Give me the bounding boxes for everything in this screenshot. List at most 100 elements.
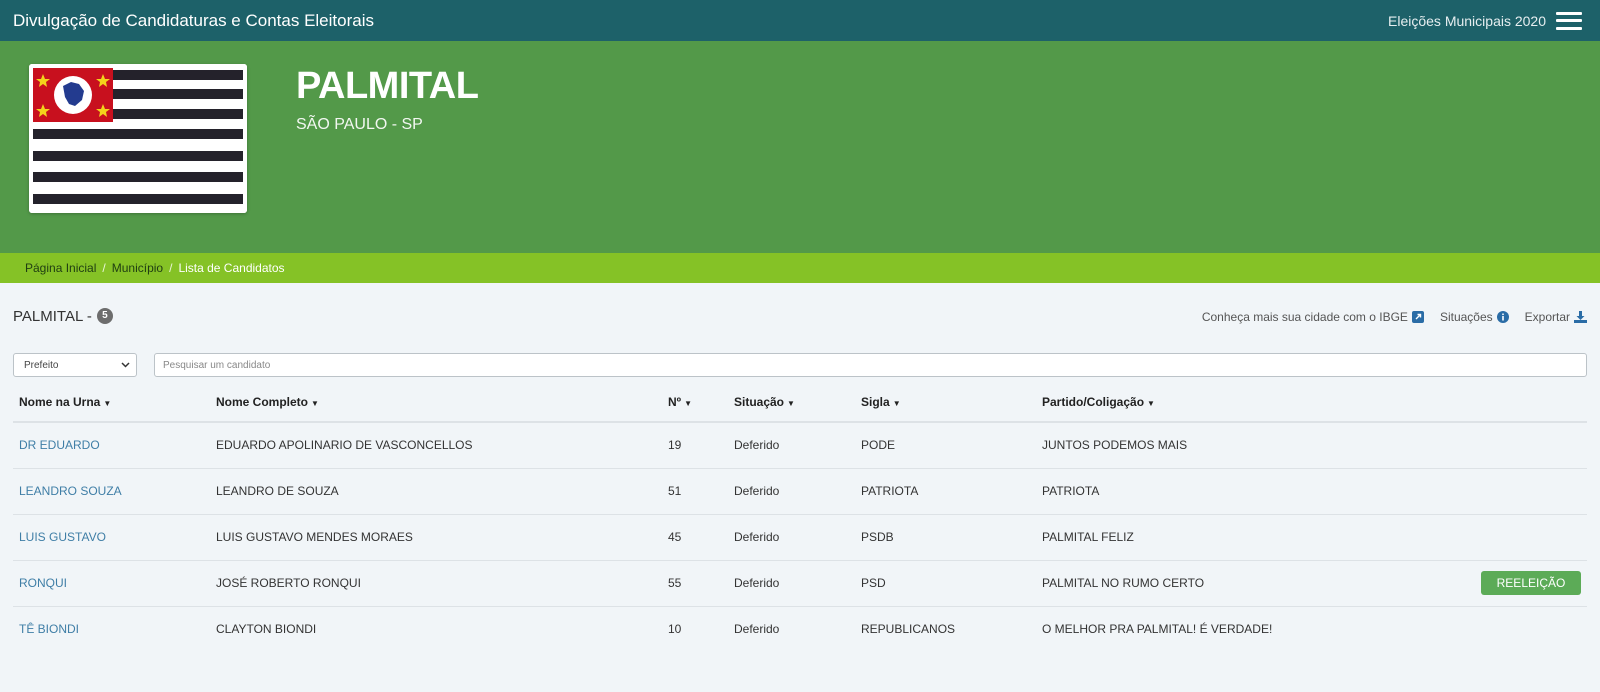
col-header-label: Nome na Urna <box>19 394 101 409</box>
cell-numero: 10 <box>668 622 682 637</box>
cell-nome-completo: LEANDRO DE SOUZA <box>210 468 662 515</box>
situacoes-link[interactable]: Situações <box>1440 310 1509 324</box>
cell-nome-completo: LUIS GUSTAVO MENDES MORAES <box>210 514 662 561</box>
col-header-nome-urna[interactable]: Nome na Urna ▼ <box>13 382 210 423</box>
cell-nome-urna: DR EDUARDO <box>13 422 210 469</box>
col-header-label: Nome Completo <box>216 394 309 409</box>
sort-caret-icon: ▼ <box>103 398 112 408</box>
cell-sigla: PODE <box>855 422 1036 469</box>
cell-partido: PATRIOTA <box>1036 468 1445 515</box>
info-icon <box>1496 311 1509 323</box>
cell-nome-urna: LUIS GUSTAVO <box>13 514 210 561</box>
cell-nome-urna: TÊ BIONDI <box>13 606 210 652</box>
external-link-icon <box>1411 311 1424 323</box>
hamburger-menu-icon[interactable] <box>1556 11 1582 30</box>
col-header-sigla[interactable]: Sigla ▼ <box>855 382 1036 423</box>
cell-sigla: PSDB <box>855 514 1036 561</box>
top-right-area: Eleições Municipais 2020 <box>1388 11 1582 30</box>
breadcrumb: Página Inicial / Município / Lista de Ca… <box>0 253 1600 283</box>
cell-badge <box>1445 422 1587 469</box>
candidate-link[interactable]: LEANDRO SOUZA <box>19 484 122 498</box>
list-header: PALMITAL - 5 Conheça mais sua cidade com… <box>13 283 1587 351</box>
cell-nome-completo: EDUARDO APOLINARIO DE VASCONCELLOS <box>210 422 662 469</box>
sao-paulo-flag-icon <box>29 64 247 213</box>
filters-row: Prefeito <box>13 353 1587 377</box>
breadcrumb-separator: / <box>102 261 106 275</box>
col-header-label: Partido/Coligação <box>1042 394 1145 409</box>
cell-partido: PALMITAL FELIZ <box>1036 514 1445 561</box>
col-header-numero[interactable]: Nº ▼ <box>662 382 728 423</box>
table-row[interactable]: DR EDUARDO EDUARDO APOLINARIO DE VASCONC… <box>13 422 1587 469</box>
sort-caret-icon: ▼ <box>787 398 795 408</box>
site-title[interactable]: Divulgação de Candidaturas e Contas Elei… <box>13 11 374 31</box>
table-header-row: Nome na Urna ▼ Nome Completo ▼ Nº ▼ Situaçã… <box>13 382 1587 423</box>
hamburger-line <box>1556 19 1582 22</box>
list-title: PALMITAL - 5 <box>13 308 113 325</box>
table-row[interactable]: LEANDRO SOUZA LEANDRO DE SOUZA 51 Deferi… <box>13 468 1587 515</box>
cell-badge <box>1445 606 1587 652</box>
candidates-table: Nome na Urna ▼ Nome Completo ▼ Nº ▼ Situaçã… <box>13 382 1587 652</box>
cell-nome-urna: RONQUI <box>13 560 210 607</box>
table-row[interactable]: LUIS GUSTAVO LUIS GUSTAVO MENDES MORAES … <box>13 514 1587 561</box>
ibge-link-label: Conheça mais sua cidade com o IBGE <box>1201 310 1408 324</box>
cell-situacao: Deferido <box>728 468 855 515</box>
top-navbar: Divulgação de Candidaturas e Contas Elei… <box>0 0 1600 41</box>
cell-sigla: REPUBLICANOS <box>861 622 956 637</box>
breadcrumb-current: Lista de Candidatos <box>178 261 285 275</box>
col-header-label: Nº <box>668 394 682 409</box>
candidate-search-input[interactable] <box>154 353 1587 377</box>
candidate-link[interactable]: LUIS GUSTAVO <box>19 530 106 544</box>
election-label: Eleições Municipais 2020 <box>1388 12 1546 29</box>
city-hero: PALMITAL SÃO PAULO - SP <box>0 41 1600 253</box>
cell-situacao: Deferido <box>728 422 855 469</box>
cell-nome-urna: LEANDRO SOUZA <box>13 468 210 515</box>
sort-caret-icon: ▼ <box>892 398 901 408</box>
candidate-link[interactable]: RONQUI <box>19 576 67 590</box>
cell-badge <box>1445 468 1587 515</box>
cell-sigla: PATRIOTA <box>855 468 1036 515</box>
cell-partido: O MELHOR PRA PALMITAL! É VERDADE! <box>1042 622 1273 637</box>
cell-partido: JUNTOS PODEMOS MAIS <box>1036 422 1445 469</box>
cell-numero: 51 <box>662 468 728 515</box>
hamburger-line <box>1556 26 1582 30</box>
cell-partido: PALMITAL NO RUMO CERTO <box>1036 560 1445 607</box>
breadcrumb-home[interactable]: Página Inicial <box>25 261 96 275</box>
cell-situacao: Deferido <box>728 514 855 561</box>
cell-sigla: PSD <box>855 560 1036 607</box>
sort-caret-icon: ▼ <box>1147 398 1155 408</box>
col-header-extra <box>1445 382 1587 423</box>
col-header-situacao[interactable]: Situação ▼ <box>728 382 855 423</box>
exportar-link[interactable]: Exportar <box>1525 310 1587 324</box>
count-badge: 5 <box>96 308 113 324</box>
city-name: PALMITAL <box>296 65 479 107</box>
main-content: PALMITAL - 5 Conheça mais sua cidade com… <box>0 283 1600 652</box>
cell-nome-completo: CLAYTON BIONDI <box>216 622 317 637</box>
cargo-select[interactable]: Prefeito <box>13 353 137 377</box>
cell-nome-completo: JOSÉ ROBERTO RONQUI <box>210 560 662 607</box>
col-header-partido[interactable]: Partido/Coligação ▼ <box>1036 382 1445 423</box>
col-header-label: Sigla <box>861 394 890 409</box>
cell-situacao: Deferido <box>728 560 855 607</box>
breadcrumb-separator: / <box>169 261 173 275</box>
table-row[interactable]: RONQUI JOSÉ ROBERTO RONQUI 55 Deferido P… <box>13 560 1587 607</box>
table-row[interactable]: TÊ BIONDI CLAYTON BIONDI 10 Deferido REP… <box>13 606 1587 652</box>
exportar-label: Exportar <box>1524 310 1570 324</box>
state-name: SÃO PAULO - SP <box>296 116 423 133</box>
cell-numero: 19 <box>662 422 728 469</box>
sort-caret-icon: ▼ <box>684 398 692 408</box>
cargo-select-value: Prefeito <box>24 359 59 371</box>
candidate-link[interactable]: TÊ BIONDI <box>19 622 79 636</box>
col-header-nome-completo[interactable]: Nome Completo ▼ <box>210 382 662 423</box>
download-icon <box>1574 311 1587 323</box>
sort-caret-icon: ▼ <box>311 398 319 408</box>
breadcrumb-municipio[interactable]: Município <box>112 261 163 275</box>
cell-badge <box>1445 514 1587 561</box>
ibge-link[interactable]: Conheça mais sua cidade com o IBGE <box>1202 310 1424 324</box>
col-header-label: Situação <box>734 394 785 409</box>
candidate-link[interactable]: DR EDUARDO <box>19 438 100 452</box>
cell-numero: 45 <box>662 514 728 561</box>
reeleicao-button[interactable]: REELEIÇÃO <box>1481 571 1581 595</box>
list-title-text: PALMITAL - <box>13 307 92 325</box>
chevron-down-icon <box>121 360 130 371</box>
hamburger-line <box>1556 11 1582 15</box>
